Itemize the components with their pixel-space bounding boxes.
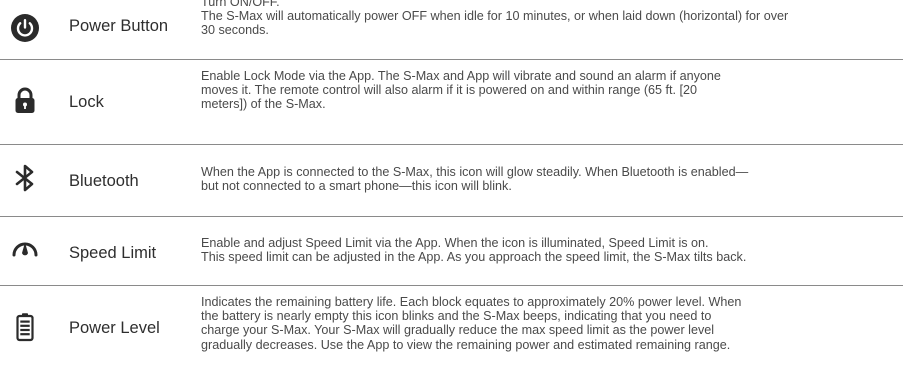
row-name: Power Level	[69, 319, 160, 337]
row-divider	[0, 285, 903, 286]
row-divider	[0, 216, 903, 217]
row-name: Lock	[69, 93, 104, 111]
description-line: When the App is connected to the S-Max, …	[201, 165, 749, 179]
row-description: Enable Lock Mode via the App. The S-Max …	[201, 69, 897, 112]
row-divider	[0, 144, 903, 145]
bluetooth-icon	[10, 163, 40, 193]
row-description: Enable and adjust Speed Limit via the Ap…	[201, 236, 897, 264]
power-icon	[10, 13, 40, 43]
description-line: charge your S-Max. Your S-Max will gradu…	[201, 323, 715, 338]
lock-icon	[10, 85, 40, 115]
description-line: meters]) of the S-Max.	[201, 97, 326, 112]
description-line: Enable Lock Mode via the App. The S-Max …	[201, 69, 721, 83]
row-description: When the App is connected to the S-Max, …	[201, 165, 897, 193]
row-divider	[0, 59, 903, 60]
indicator-table: Power Button Turn ON/OFF. The S-Max will…	[0, 0, 903, 369]
description-line: This speed limit can be adjusted in the …	[201, 250, 747, 265]
row-name: Speed Limit	[69, 244, 157, 262]
description-line: moves it. The remote control will also a…	[201, 83, 698, 98]
battery-icon	[10, 312, 40, 342]
row-description: Indicates the remaining battery life. Ea…	[201, 295, 897, 352]
description-line: gradually decreases. Use the App to view…	[201, 337, 731, 352]
row-description: Turn ON/OFF. The S-Max will automaticall…	[201, 0, 897, 38]
row-name: Power Button	[69, 17, 169, 35]
speedometer-icon	[10, 233, 40, 263]
description-line: but not connected to a smart phone—this …	[201, 179, 512, 194]
row-name: Bluetooth	[69, 172, 139, 190]
description-line: 30 seconds.	[201, 23, 269, 38]
description-line: The S-Max will automatically power OFF w…	[201, 9, 789, 24]
description-line: the battery is nearly empty this icon bl…	[201, 309, 712, 324]
description-line: Indicates the remaining battery life. Ea…	[201, 295, 742, 309]
description-line: Turn ON/OFF.	[201, 0, 280, 9]
description-line: Enable and adjust Speed Limit via the Ap…	[201, 236, 709, 250]
